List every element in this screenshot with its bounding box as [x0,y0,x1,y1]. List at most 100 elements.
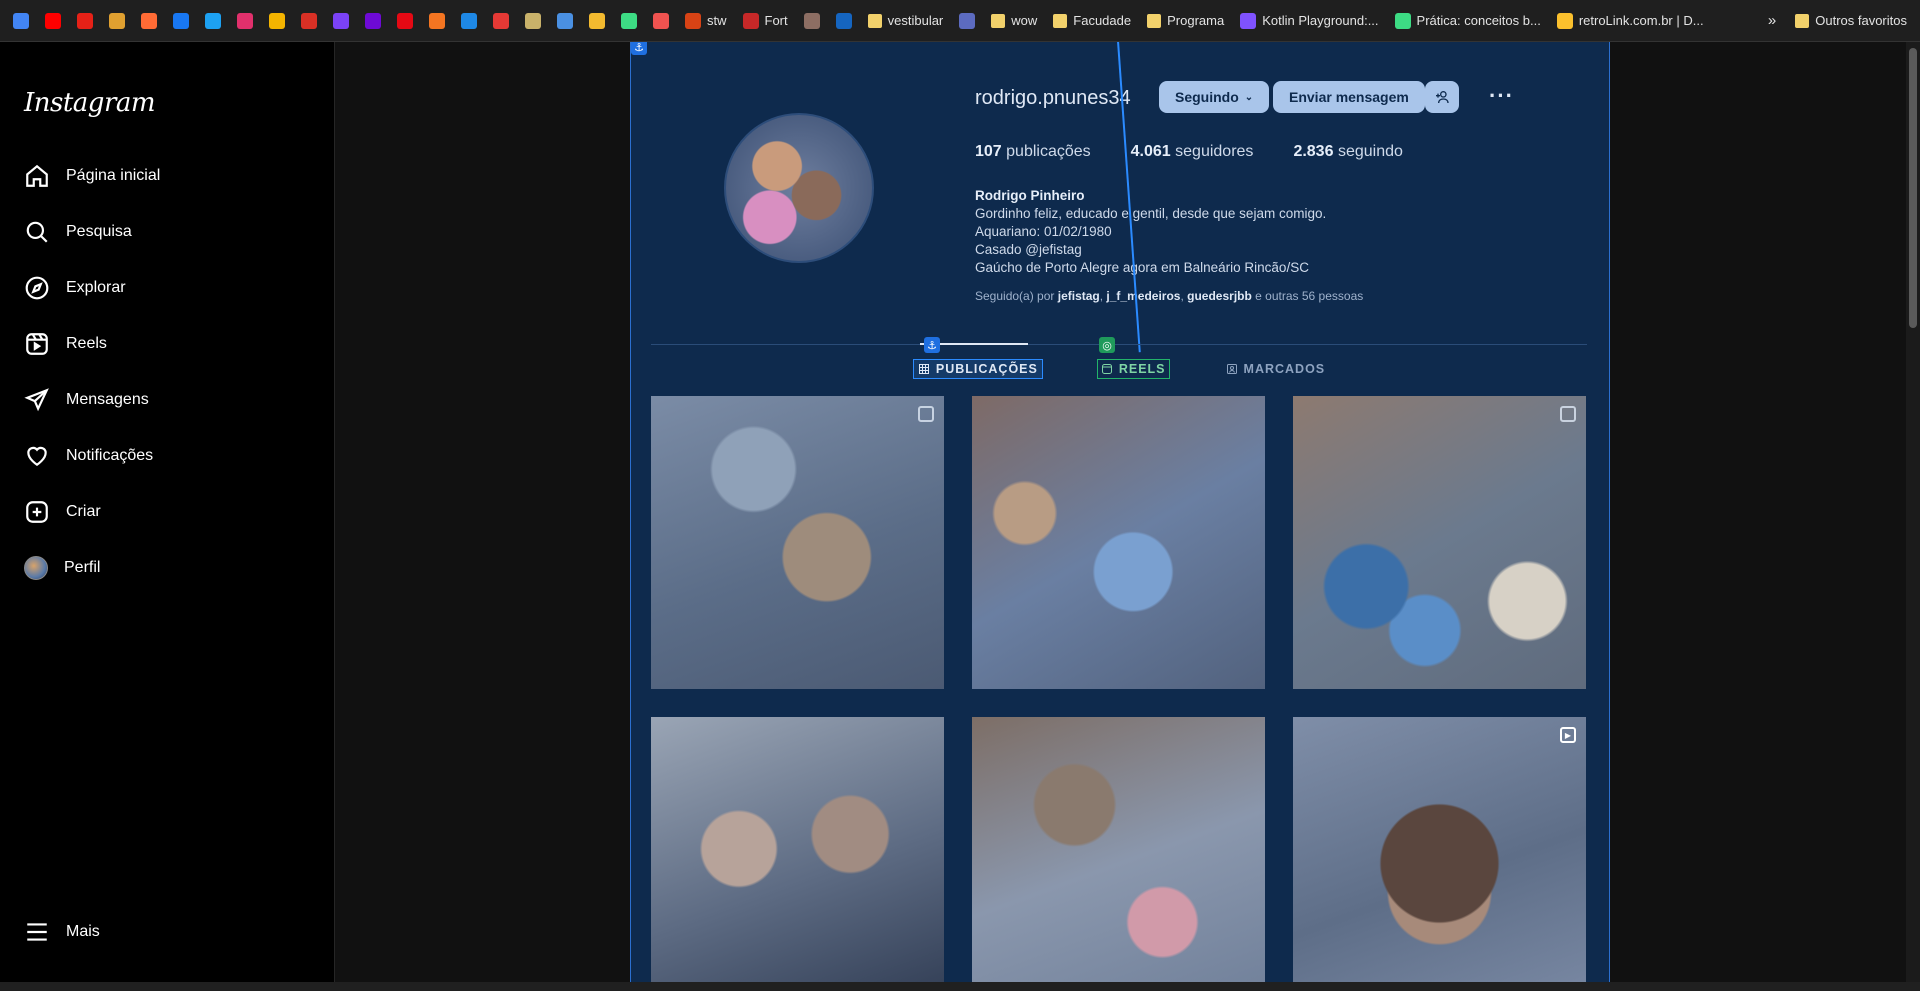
bookmark-item[interactable] [456,8,482,34]
profile-stats: 107 publicações 4.061 seguidores 2.836 s… [975,143,1403,161]
post-thumbnail[interactable] [972,396,1265,689]
sidebar-item-search[interactable]: Pesquisa [14,204,320,260]
tab-publications[interactable]: PUBLICAÇÕES [912,359,1043,379]
bio-line[interactable]: Casado @jefistag [975,241,1326,259]
following-stat[interactable]: 2.836 seguindo [1293,143,1402,161]
chevron-down-icon: ⌄ [1244,91,1254,103]
bookmark-item[interactable] [40,8,66,34]
stw-icon [685,12,701,29]
bookmark-item[interactable] [424,8,450,34]
bookmark-item[interactable] [616,8,642,34]
bio-line: Aquariano: 01/02/1980 [975,224,1112,239]
android-icon [1394,12,1411,29]
sidebar-item-label: Reels [66,335,107,352]
bookmark-item[interactable] [168,8,194,34]
tab-tagged[interactable]: MARCADOS [1224,359,1328,379]
x-icon [835,12,852,29]
bookmark-item[interactable] [360,8,386,34]
bookmark-item[interactable] [799,8,825,34]
sidebar-item-profile[interactable]: Perfil [14,540,320,596]
post-thumbnail[interactable] [972,717,1265,982]
ge-icon [742,12,759,29]
sidebar-item-home[interactable]: Página inicial [14,148,320,204]
search-icon [26,221,48,243]
bookmark-item[interactable] [392,8,418,34]
following-label: seguindo [1337,143,1403,160]
video-icon [493,12,509,29]
bookmark-item[interactable] [520,8,546,34]
post-thumbnail[interactable] [1293,396,1586,689]
sidebar-item-notifications[interactable]: Notificações [14,428,320,484]
profile-full-name: Rodrigo Pinheiro [975,188,1085,203]
bookmark-item[interactable] [488,8,514,34]
sidebar-item-explore[interactable]: Explorar [14,260,320,316]
bookmark-item[interactable] [8,8,34,34]
instagram-icon [237,12,253,29]
post-thumbnail[interactable] [651,396,944,689]
sidebar-item-reels[interactable]: Reels [14,316,320,372]
avatar-icon [24,556,48,580]
followed-by[interactable]: Seguido(a) por jefistag, j_f_medeiros, g… [975,289,1363,303]
post-thumbnail[interactable] [651,717,944,982]
bookmark-item[interactable] [954,8,980,34]
post-thumbnail[interactable]: ▶ [1293,717,1586,982]
bookmark-item[interactable] [104,8,130,34]
sidebar-item-label: Notificações [66,447,154,464]
add-person-icon [1436,91,1449,104]
bookmark-item[interactable] [552,8,578,34]
bookmark-item[interactable] [72,8,98,34]
bookmark-item[interactable]: retroLink.com.br | D... [1552,8,1709,34]
grid-icon [918,364,929,374]
instagram-logo[interactable]: Instagram [14,78,320,128]
bookmark-item[interactable]: wow [986,8,1042,34]
bookmark-item[interactable] [136,8,162,34]
profile-bio: Rodrigo Pinheiro Gordinho feliz, educado… [975,187,1326,277]
bookmark-label: Prática: conceitos b... [1416,13,1541,28]
bookmark-item[interactable] [648,8,674,34]
tab-reels[interactable]: REELS [1096,359,1170,379]
more-options-icon[interactable]: ··· [1489,83,1514,109]
bookmark-item[interactable]: vestibular [863,8,949,34]
scrollbar-thumb[interactable] [1909,48,1917,328]
bookmark-item[interactable] [584,8,610,34]
youtube-icon [45,12,61,29]
followed-by-user: j_f_medeiros [1106,289,1181,303]
sidebar-item-create[interactable]: Criar [14,484,320,540]
sidebar-item-more[interactable]: Mais [14,904,321,960]
send-message-button[interactable]: Enviar mensagem [1273,81,1425,113]
followed-by-user: guedesrjbb [1187,289,1252,303]
tab-label: MARCADOS [1243,362,1326,376]
plus-square-icon [26,501,48,523]
bookmark-item[interactable] [296,8,322,34]
photos-icon [269,12,285,29]
bookmark-item[interactable]: stw [680,8,732,34]
bookmark-item[interactable]: Prática: conceitos b... [1390,8,1546,34]
page-scrollbar[interactable] [1906,42,1920,982]
suggest-people-button[interactable] [1425,81,1459,113]
bookmark-item[interactable]: Fort [738,8,793,34]
compass-icon [25,276,49,300]
bookmark-item[interactable] [232,8,258,34]
reels-icon [1101,364,1112,374]
sidebar-nav: Página inicial Pesquisa Explorar Reels M… [14,148,320,596]
bookmark-item[interactable] [200,8,226,34]
bookmark-item[interactable] [264,8,290,34]
other-favorites-folder[interactable]: Outros favoritos [1790,8,1912,34]
bookmark-item[interactable] [831,8,857,34]
sidebar-item-messages[interactable]: Mensagens [14,372,320,428]
anchor-icon: ⚓ [924,337,940,353]
bookmark-item[interactable]: Programa [1142,8,1229,34]
profile-avatar[interactable] [724,113,874,263]
bookmark-label: Outros favoritos [1815,13,1907,28]
bookmarks-overflow-button[interactable]: » [1760,12,1784,29]
bookmark-label: Programa [1167,13,1225,28]
following-button[interactable]: Seguindo ⌄ [1159,81,1270,113]
bookmark-item[interactable]: Facudade [1048,8,1136,34]
sidebar-item-label: Criar [66,503,101,520]
bookmark-item[interactable]: Kotlin Playground:... [1235,8,1383,34]
followers-stat[interactable]: 4.061 seguidores [1131,143,1254,161]
bookmark-label: Fort [764,13,788,28]
posts-stat[interactable]: 107 publicações [975,143,1091,161]
bookmark-item[interactable] [328,8,354,34]
youtube-music-icon [77,12,93,29]
